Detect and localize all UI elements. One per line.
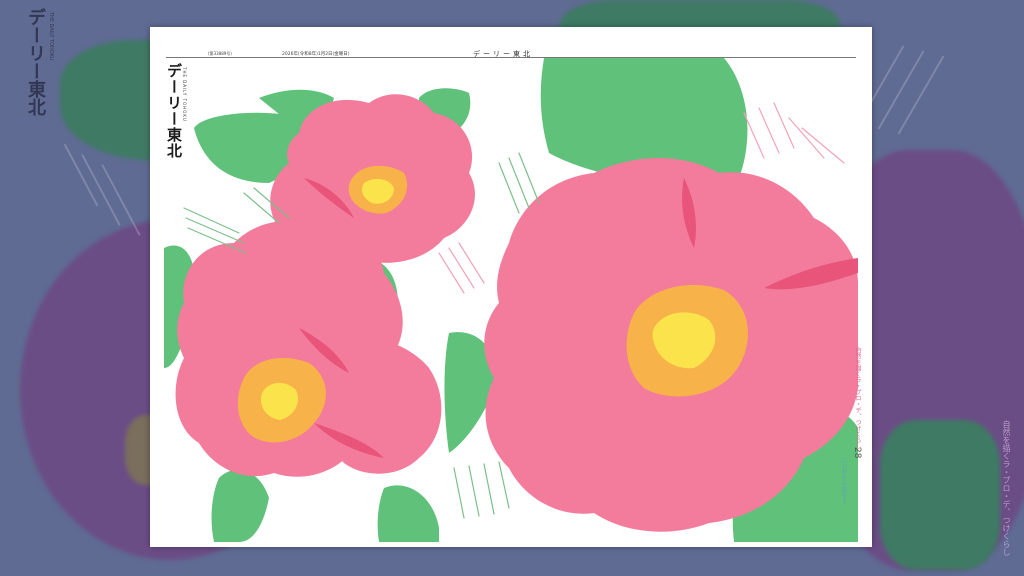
- bg-text-column: [877, 50, 925, 130]
- bg-masthead: デーリー東北: [25, 8, 46, 116]
- leaf-illustration: [377, 485, 439, 542]
- bg-text-column: [897, 55, 945, 135]
- text-column: [788, 117, 825, 159]
- text-column: [453, 467, 465, 519]
- text-column: [518, 152, 540, 204]
- caption-line-1: 自然を描くラ・プロ・デ、つけくらし: [854, 347, 861, 449]
- text-column: [758, 107, 780, 154]
- text-column: [498, 162, 520, 214]
- text-column: [438, 252, 465, 294]
- page-caption: 自然を描くラ・プロ・デ、つけくらし: [853, 347, 862, 507]
- bg-caption: 自然を描くラ・プロ・デ、つけくらし: [1002, 420, 1011, 556]
- leaf-illustration: [211, 469, 269, 542]
- camellia-illustration: [164, 58, 858, 542]
- text-column: [483, 463, 495, 515]
- text-column: [458, 242, 485, 284]
- text-column: [508, 157, 530, 209]
- masthead-subtitle: THE DAILY TOHOKU: [182, 67, 187, 122]
- text-column: [773, 102, 795, 149]
- bg-leaf-bottom-right: [880, 420, 1000, 570]
- issue-date: 2026年(令和8年)1月2日(金曜日): [282, 52, 350, 57]
- bg-masthead-subtitle: THE DAILY TOHOKU: [48, 12, 54, 61]
- text-column: [498, 461, 510, 509]
- text-column: [448, 247, 475, 289]
- issue-number: (第33889号): [208, 51, 232, 56]
- caption-line-2: にいがたの花すぐ: [840, 457, 847, 505]
- page-number: 28: [852, 447, 862, 459]
- newspaper-page: (第33889号) 2026年(令和8年)1月2日(金曜日) デーリー東北 デー…: [150, 27, 872, 547]
- text-column: [468, 465, 480, 517]
